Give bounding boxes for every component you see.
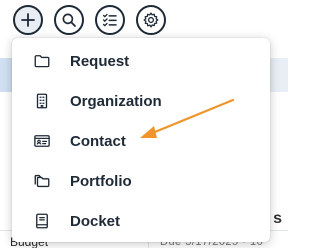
background-panel-fragment [270, 58, 288, 92]
folder-icon [32, 51, 52, 71]
menu-item-request[interactable]: Request [12, 41, 270, 81]
annotation-arrow-head [140, 126, 157, 138]
menu-item-label: Request [70, 52, 130, 70]
search-button[interactable] [54, 5, 84, 35]
gear-icon [143, 12, 159, 28]
menu-item-docket[interactable]: Docket [12, 201, 270, 241]
search-icon [62, 13, 76, 27]
settings-button[interactable] [136, 5, 166, 35]
checklist-icon [102, 13, 117, 27]
docket-book-icon [32, 211, 52, 231]
menu-item-label: Contact [70, 132, 126, 150]
menu-item-portfolio[interactable]: Portfolio [12, 161, 270, 201]
plus-icon [21, 13, 35, 27]
add-button[interactable] [13, 5, 43, 35]
annotation-arrow-shaft [148, 98, 235, 136]
tasks-button[interactable] [95, 5, 125, 35]
annotation-arrow [140, 98, 235, 138]
folders-icon [32, 171, 52, 191]
menu-item-label: Portfolio [70, 172, 132, 190]
contact-card-icon [32, 131, 52, 151]
top-toolbar [13, 5, 166, 37]
building-icon [32, 91, 52, 111]
menu-item-label: Docket [70, 212, 121, 230]
background-heading-fragment: s [273, 210, 282, 227]
